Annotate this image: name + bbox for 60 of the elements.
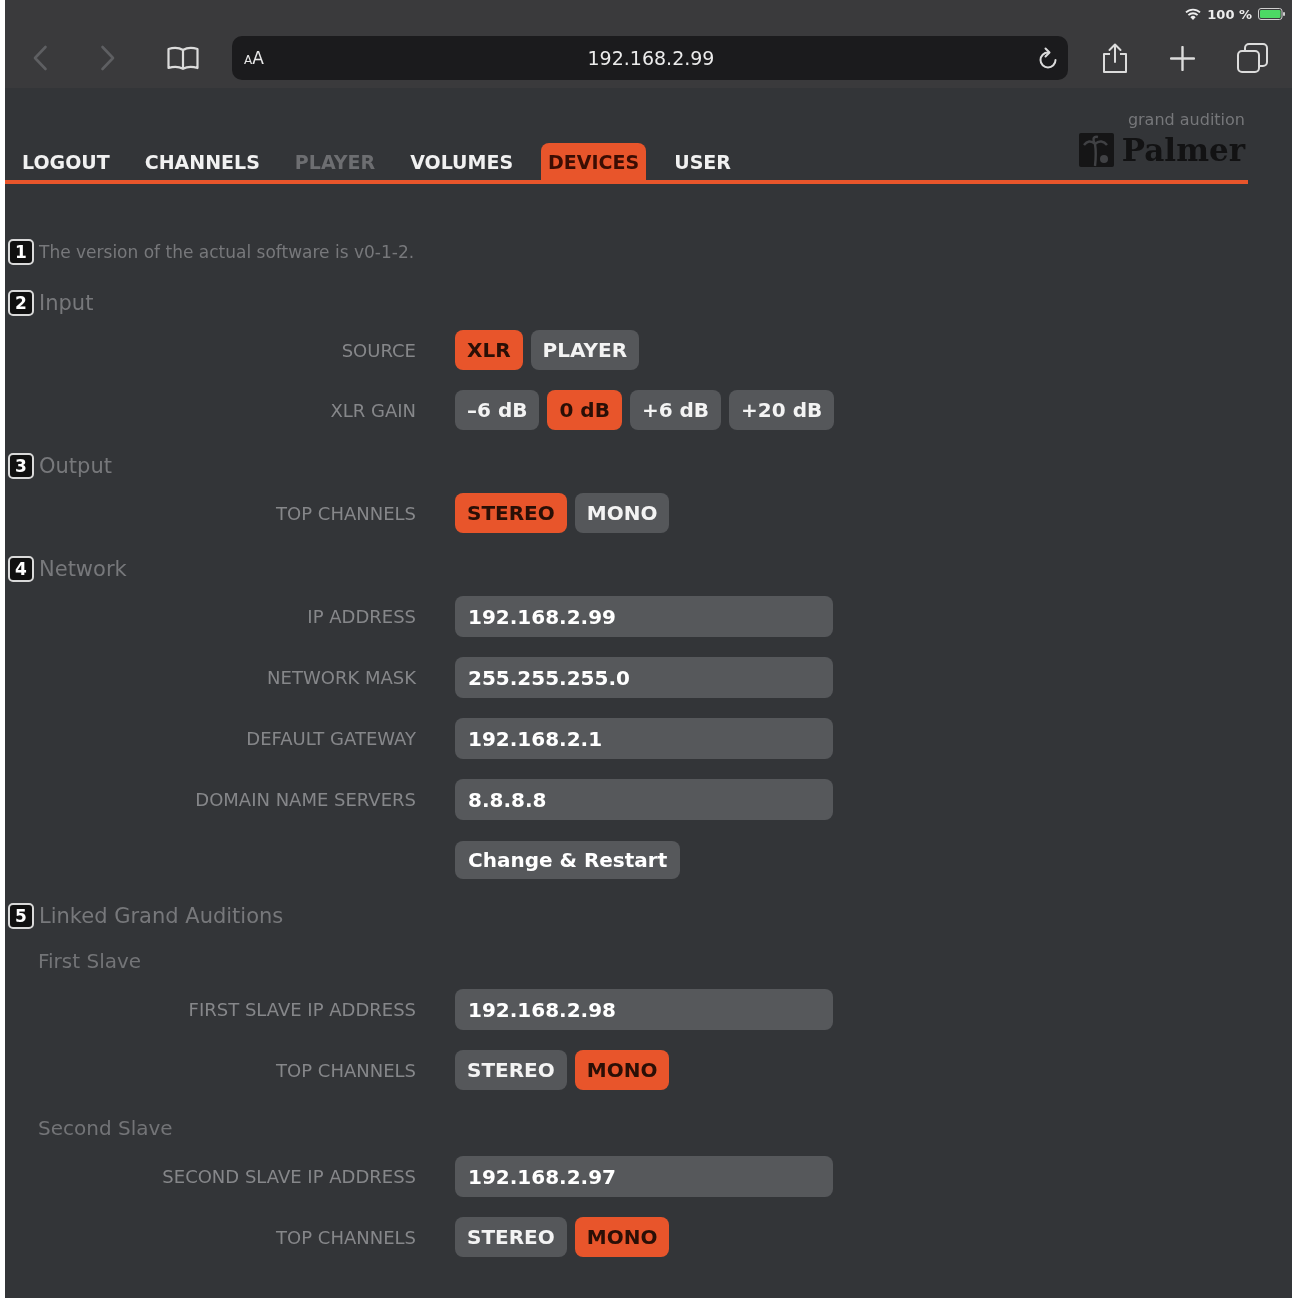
- callout-number: 4: [8, 556, 34, 582]
- option-button[interactable]: –6 dB: [455, 390, 540, 430]
- field-label: TOP CHANNELS: [276, 1059, 416, 1081]
- option-button[interactable]: XLR: [455, 330, 523, 370]
- nav-tab[interactable]: DEVICES: [541, 143, 647, 180]
- nav-tab[interactable]: USER: [667, 143, 738, 180]
- option-button[interactable]: STEREO: [455, 1050, 567, 1090]
- plus-icon[interactable]: [1170, 45, 1195, 71]
- field-label: TOP CHANNELS: [276, 502, 416, 524]
- text-size-button[interactable]: AA: [244, 48, 264, 68]
- field-label: IP ADDRESS: [307, 606, 416, 627]
- input-field[interactable]: 8.8.8.8: [455, 779, 833, 820]
- wifi-icon: [1185, 8, 1202, 20]
- battery-icon: [1258, 8, 1285, 20]
- option-button[interactable]: STEREO: [455, 1217, 567, 1257]
- option-button[interactable]: +6 dB: [629, 390, 722, 430]
- tree-logo-icon: [1078, 133, 1114, 167]
- subsection-heading: First Slave: [38, 948, 142, 975]
- field-label: DOMAIN NAME SERVERS: [195, 789, 416, 810]
- share-icon[interactable]: [1102, 43, 1128, 73]
- section-heading: Linked Grand Auditions: [39, 904, 284, 928]
- section-heading: Input: [39, 291, 94, 315]
- input-field[interactable]: 255.255.255.0: [455, 657, 833, 698]
- field-label: XLR GAIN: [330, 399, 416, 421]
- option-button[interactable]: STEREO: [455, 493, 567, 533]
- input-field[interactable]: 192.168.2.99: [455, 596, 833, 637]
- field-label: SECOND SLAVE IP ADDRESS: [162, 1166, 416, 1187]
- field-label: DEFAULT GATEWAY: [246, 728, 416, 749]
- input-field[interactable]: 192.168.2.98: [455, 989, 833, 1030]
- option-button[interactable]: 0 dB: [547, 390, 622, 430]
- option-button[interactable]: +20 dB: [729, 390, 835, 430]
- field-label: FIRST SLAVE IP ADDRESS: [188, 999, 416, 1020]
- callout-number: 2: [8, 290, 34, 316]
- url-text: 192.168.2.99: [587, 47, 715, 69]
- two-squares-icon[interactable]: [1237, 43, 1268, 73]
- subsection-heading: Second Slave: [38, 1115, 173, 1142]
- callout-number: 5: [8, 903, 34, 929]
- nav-tab[interactable]: CHANNELS: [137, 143, 267, 180]
- battery-percent: 100 %: [1207, 6, 1252, 22]
- open-book-icon[interactable]: [167, 46, 199, 70]
- option-button[interactable]: MONO: [574, 1217, 670, 1257]
- option-button[interactable]: MONO: [574, 493, 670, 533]
- field-label: NETWORK MASK: [267, 667, 416, 688]
- note-text: The version of the actual software is v0-1-2.: [39, 242, 415, 262]
- logo-tagline: grand audition: [1127, 110, 1245, 130]
- field-label: SOURCE: [341, 339, 416, 361]
- address-bar[interactable]: AA 192.168.2.99: [232, 36, 1068, 80]
- option-button[interactable]: PLAYER: [530, 330, 640, 370]
- input-field[interactable]: 192.168.2.97: [455, 1156, 833, 1197]
- input-field[interactable]: 192.168.2.1: [455, 718, 833, 759]
- field-label: TOP CHANNELS: [276, 1226, 416, 1248]
- callout-number: 1: [8, 239, 34, 265]
- section-heading: Network: [39, 557, 127, 581]
- circular-arrow-icon[interactable]: [1038, 46, 1058, 70]
- section-heading: Output: [39, 454, 112, 478]
- nav-tab[interactable]: LOGOUT: [15, 143, 117, 180]
- action-button[interactable]: Change & Restart: [455, 841, 681, 879]
- callout-number: 3: [8, 453, 34, 479]
- option-button[interactable]: MONO: [574, 1050, 670, 1090]
- nav-tab[interactable]: VOLUMES: [403, 143, 521, 180]
